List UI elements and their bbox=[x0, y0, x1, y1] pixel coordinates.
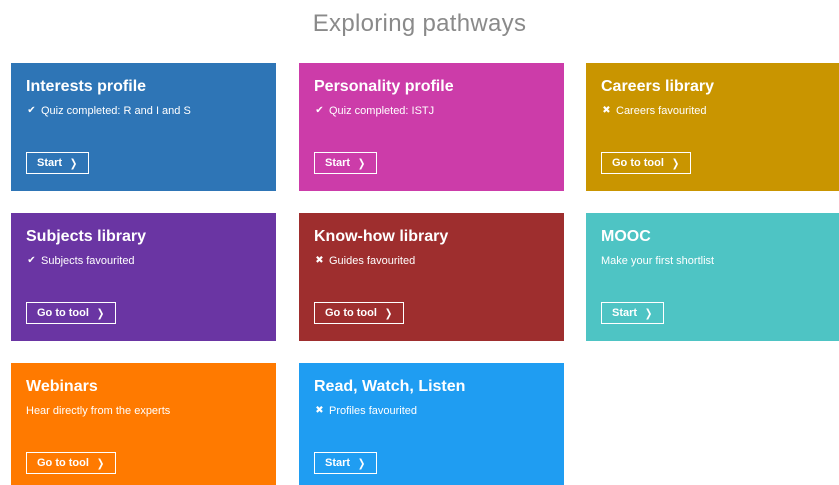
tile-subjects-library[interactable]: Subjects library ✔ Subjects favourited G… bbox=[11, 213, 276, 341]
chevron-right-icon: ❯ bbox=[96, 457, 105, 470]
go-to-tool-button[interactable]: Go to tool ❯ bbox=[601, 152, 692, 174]
chevron-right-icon: ❯ bbox=[357, 157, 366, 170]
tile-status-text: Quiz completed: R and I and S bbox=[41, 105, 191, 117]
chevron-right-icon: ❯ bbox=[357, 457, 366, 470]
tile-webinars[interactable]: Webinars Hear directly from the experts … bbox=[11, 363, 276, 485]
tile-title: MOOC bbox=[601, 228, 651, 245]
tile-interests-profile[interactable]: Interests profile ✔ Quiz completed: R an… bbox=[11, 63, 276, 191]
cross-icon: ✖ bbox=[602, 105, 611, 116]
tile-title: Read, Watch, Listen bbox=[314, 378, 466, 395]
check-icon: ✔ bbox=[27, 105, 36, 116]
tile-status: ✖ Guides favourited bbox=[314, 254, 564, 268]
tile-know-how-library[interactable]: Know-how library ✖ Guides favourited Go … bbox=[299, 213, 564, 341]
button-label: Start bbox=[325, 157, 351, 169]
tile-title: Careers library bbox=[601, 78, 714, 95]
go-to-tool-button[interactable]: Go to tool ❯ bbox=[314, 302, 405, 324]
tile-status-text: Profiles favourited bbox=[329, 405, 418, 417]
tile-status: Hear directly from the experts bbox=[26, 404, 276, 418]
tile-status-text: Subjects favourited bbox=[41, 255, 135, 267]
start-button[interactable]: Start ❯ bbox=[314, 152, 378, 174]
tile-personality-profile[interactable]: Personality profile ✔ Quiz completed: IS… bbox=[299, 63, 564, 191]
chevron-right-icon: ❯ bbox=[644, 307, 653, 320]
button-label: Go to tool bbox=[612, 157, 664, 169]
check-icon: ✔ bbox=[27, 255, 36, 266]
tile-status: ✔ Quiz completed: R and I and S bbox=[26, 104, 276, 118]
tile-title: Webinars bbox=[26, 378, 98, 395]
tile-status: ✔ Subjects favourited bbox=[26, 254, 276, 268]
tile-read-watch-listen[interactable]: Read, Watch, Listen ✖ Profiles favourite… bbox=[299, 363, 564, 485]
button-label: Start bbox=[325, 457, 351, 469]
chevron-right-icon: ❯ bbox=[96, 307, 105, 320]
check-icon: ✔ bbox=[315, 105, 324, 116]
button-label: Go to tool bbox=[325, 307, 377, 319]
tile-status-text: Make your first shortlist bbox=[601, 255, 715, 267]
tile-status-text: Careers favourited bbox=[616, 105, 707, 117]
button-label: Start bbox=[37, 157, 63, 169]
cross-icon: ✖ bbox=[315, 405, 324, 416]
button-label: Go to tool bbox=[37, 307, 89, 319]
tile-title: Personality profile bbox=[314, 78, 454, 95]
start-button[interactable]: Start ❯ bbox=[314, 452, 378, 474]
tile-status: ✖ Profiles favourited bbox=[314, 404, 564, 418]
tile-title: Interests profile bbox=[26, 78, 147, 95]
button-label: Start bbox=[612, 307, 638, 319]
tile-title: Subjects library bbox=[26, 228, 147, 245]
tile-status-text: Hear directly from the experts bbox=[26, 405, 171, 417]
start-button[interactable]: Start ❯ bbox=[601, 302, 665, 324]
tile-status: ✔ Quiz completed: ISTJ bbox=[314, 104, 564, 118]
cross-icon: ✖ bbox=[315, 255, 324, 266]
chevron-right-icon: ❯ bbox=[69, 157, 78, 170]
tile-status: ✖ Careers favourited bbox=[601, 104, 839, 118]
tile-title: Know-how library bbox=[314, 228, 449, 245]
tile-status-text: Guides favourited bbox=[329, 255, 416, 267]
go-to-tool-button[interactable]: Go to tool ❯ bbox=[26, 452, 117, 474]
page-title: Exploring pathways bbox=[312, 10, 527, 37]
go-to-tool-button[interactable]: Go to tool ❯ bbox=[26, 302, 117, 324]
chevron-right-icon: ❯ bbox=[384, 307, 393, 320]
tile-status-text: Quiz completed: ISTJ bbox=[329, 105, 435, 117]
button-label: Go to tool bbox=[37, 457, 89, 469]
tile-careers-library[interactable]: Careers library ✖ Careers favourited Go … bbox=[586, 63, 839, 191]
tile-mooc[interactable]: MOOC Make your first shortlist Start ❯ bbox=[586, 213, 839, 341]
tile-status: Make your first shortlist bbox=[601, 254, 839, 268]
start-button[interactable]: Start ❯ bbox=[26, 152, 90, 174]
chevron-right-icon: ❯ bbox=[671, 157, 680, 170]
